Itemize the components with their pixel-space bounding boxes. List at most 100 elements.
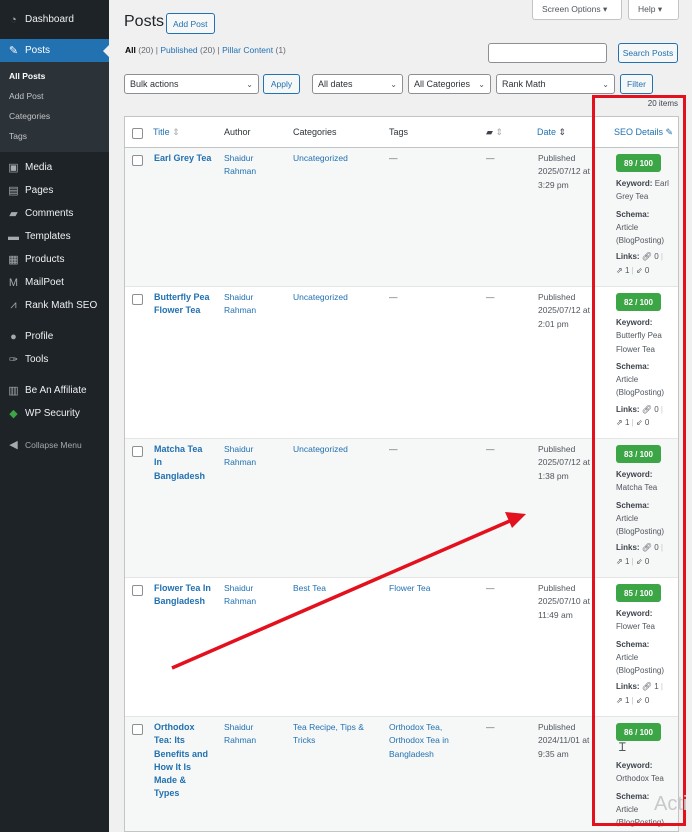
- menu-tools[interactable]: ✑ Tools: [0, 348, 109, 371]
- select-value: All dates: [318, 79, 353, 89]
- chevron-down-icon: ⌄: [478, 80, 485, 89]
- menu-label: Rank Math SEO: [25, 300, 98, 311]
- chevron-down-icon: ⌄: [246, 80, 253, 89]
- menu-mailpoet[interactable]: M MailPoet: [0, 271, 109, 294]
- menu-posts[interactable]: ✎ Posts: [0, 39, 109, 62]
- post-title-link[interactable]: Butterfly Pea Flower Tea: [154, 291, 216, 318]
- seo-score-badge: 83 / 100: [616, 445, 661, 463]
- page-title: Posts: [124, 13, 165, 30]
- post-author-link[interactable]: Shaidur Rahman: [224, 152, 284, 179]
- posts-submenu: All Posts Add Post Categories Tags: [0, 62, 109, 152]
- post-author-link[interactable]: Shaidur Rahman: [224, 291, 284, 318]
- table-row: Orthodox Tea: Its Benefits and How It Is Mad…: [125, 717, 678, 831]
- post-title-link[interactable]: Orthodox Tea: Its Benefits and How It Is Mad…: [154, 721, 216, 801]
- search-posts-button[interactable]: Search Posts: [618, 43, 678, 63]
- column-title[interactable]: Title ⇕: [153, 127, 180, 138]
- menu-label: Collapse Menu: [25, 439, 82, 450]
- menu-profile[interactable]: ● Profile: [0, 325, 109, 348]
- menu-label: Pages: [25, 185, 54, 196]
- external-link-icon: ⇗: [616, 556, 623, 566]
- seo-score-badge: 86 / 100: [616, 723, 661, 741]
- search-input[interactable]: [488, 43, 607, 63]
- view-pillar-content[interactable]: Pillar Content: [222, 45, 273, 55]
- menu-pages[interactable]: ▤ Pages: [0, 179, 109, 202]
- post-categories[interactable]: Uncategorized: [293, 152, 383, 165]
- post-categories[interactable]: Uncategorized: [293, 291, 383, 304]
- table-row: Matcha Tea In Bangladesh Shaidur Rahman Uncat…: [125, 439, 678, 578]
- menu-wp-security[interactable]: ◆ WP Security: [0, 402, 109, 425]
- menu-dashboard[interactable]: ◔ Dashboard: [0, 8, 109, 31]
- help-button[interactable]: Help ▾: [628, 0, 679, 20]
- post-author-link[interactable]: Shaidur Rahman: [224, 721, 284, 748]
- post-tags: —: [389, 292, 398, 302]
- post-categories[interactable]: Tea Recipe, Tips & Tricks: [293, 721, 383, 748]
- post-comments: —: [486, 153, 495, 163]
- row-checkbox[interactable]: [132, 724, 143, 735]
- post-author-link[interactable]: Shaidur Rahman: [224, 582, 284, 609]
- submenu-add-post[interactable]: Add Post: [0, 86, 109, 106]
- column-tags: Tags: [389, 127, 409, 137]
- submenu-tags[interactable]: Tags: [0, 126, 109, 146]
- filter-button[interactable]: Filter: [620, 74, 653, 94]
- comment-bubble-icon: ▰: [486, 127, 493, 137]
- menu-label: Comments: [25, 208, 74, 219]
- menu-label: Dashboard: [25, 14, 74, 25]
- post-title-link[interactable]: Earl Grey Tea: [154, 152, 216, 165]
- column-seo-details[interactable]: SEO Details ✎: [614, 127, 673, 138]
- date-filter-select[interactable]: All dates ⌄: [312, 74, 403, 94]
- pushpin-icon: ✎: [8, 45, 19, 57]
- items-count: 20 items: [647, 99, 678, 108]
- menu-products[interactable]: ▦ Products: [0, 248, 109, 271]
- menu-label: Products: [25, 254, 65, 265]
- menu-comments[interactable]: ▰ Comments: [0, 202, 109, 225]
- apply-button[interactable]: Apply: [263, 74, 300, 94]
- post-tags: —: [389, 444, 398, 454]
- pages-icon: ▤: [8, 185, 19, 197]
- menu-label: Profile: [25, 331, 54, 342]
- column-date[interactable]: Date ⇕: [537, 127, 566, 138]
- post-author-link[interactable]: Shaidur Rahman: [224, 443, 284, 470]
- user-icon: ●: [10, 330, 17, 343]
- incoming-link-icon: ⇙: [635, 556, 643, 566]
- row-checkbox[interactable]: [132, 446, 143, 457]
- chevron-down-icon: ⌄: [602, 80, 609, 89]
- category-filter-select[interactable]: All Categories ⌄: [408, 74, 491, 94]
- menu-rank-math[interactable]: ⩘ Rank Math SEO: [0, 294, 109, 317]
- seo-score-badge: 85 / 100: [616, 584, 661, 602]
- post-title-link[interactable]: Matcha Tea In Bangladesh: [154, 443, 216, 483]
- select-all-checkbox[interactable]: [132, 128, 143, 139]
- post-title-link[interactable]: Flower Tea In Bangladesh: [154, 582, 216, 609]
- view-published[interactable]: Published: [160, 45, 197, 55]
- bulk-actions-select[interactable]: Bulk actions ⌄: [124, 74, 259, 94]
- column-categories: Categories: [293, 127, 337, 137]
- row-checkbox[interactable]: [132, 294, 143, 305]
- menu-affiliate[interactable]: ▥ Be An Affiliate: [0, 379, 109, 402]
- view-all[interactable]: All: [125, 45, 136, 55]
- post-tags[interactable]: Flower Tea: [389, 582, 479, 595]
- menu-media[interactable]: ▣ Media: [0, 156, 109, 179]
- post-date: Published 2025/07/12 at 3:29 pm: [538, 153, 590, 190]
- add-post-button[interactable]: Add Post: [166, 13, 215, 34]
- row-checkbox[interactable]: [132, 585, 143, 596]
- post-categories[interactable]: Best Tea: [293, 582, 383, 595]
- post-date: Published 2025/07/12 at 2:01 pm: [538, 292, 590, 329]
- menu-label: Posts: [25, 45, 51, 56]
- menu-templates[interactable]: ▬ Templates: [0, 225, 109, 248]
- sort-icon: ⇕: [172, 127, 180, 137]
- submenu-categories[interactable]: Categories: [0, 106, 109, 126]
- post-status-views: All (20) | Published (20) | Pillar Conte…: [125, 45, 286, 55]
- rank-math-filter-select[interactable]: Rank Math ⌄: [496, 74, 615, 94]
- money-icon: ▥: [8, 385, 19, 397]
- column-comments[interactable]: ▰ ⇕: [486, 127, 503, 138]
- screen-options-button[interactable]: Screen Options ▾: [532, 0, 622, 20]
- select-value: Bulk actions: [130, 79, 179, 89]
- post-tags[interactable]: Orthodox Tea, Orthodox Tea in Bangladesh: [389, 721, 479, 761]
- table-row: Butterfly Pea Flower Tea Shaidur Rahman Unca…: [125, 287, 678, 439]
- post-categories[interactable]: Uncategorized: [293, 443, 383, 456]
- menu-collapse[interactable]: ◀ Collapse Menu: [0, 433, 109, 456]
- archive-icon: ▦: [8, 254, 19, 266]
- submenu-all-posts[interactable]: All Posts: [0, 66, 109, 86]
- sort-desc-icon: ⇕: [558, 127, 567, 137]
- row-checkbox[interactable]: [132, 155, 143, 166]
- post-tags: —: [389, 153, 398, 163]
